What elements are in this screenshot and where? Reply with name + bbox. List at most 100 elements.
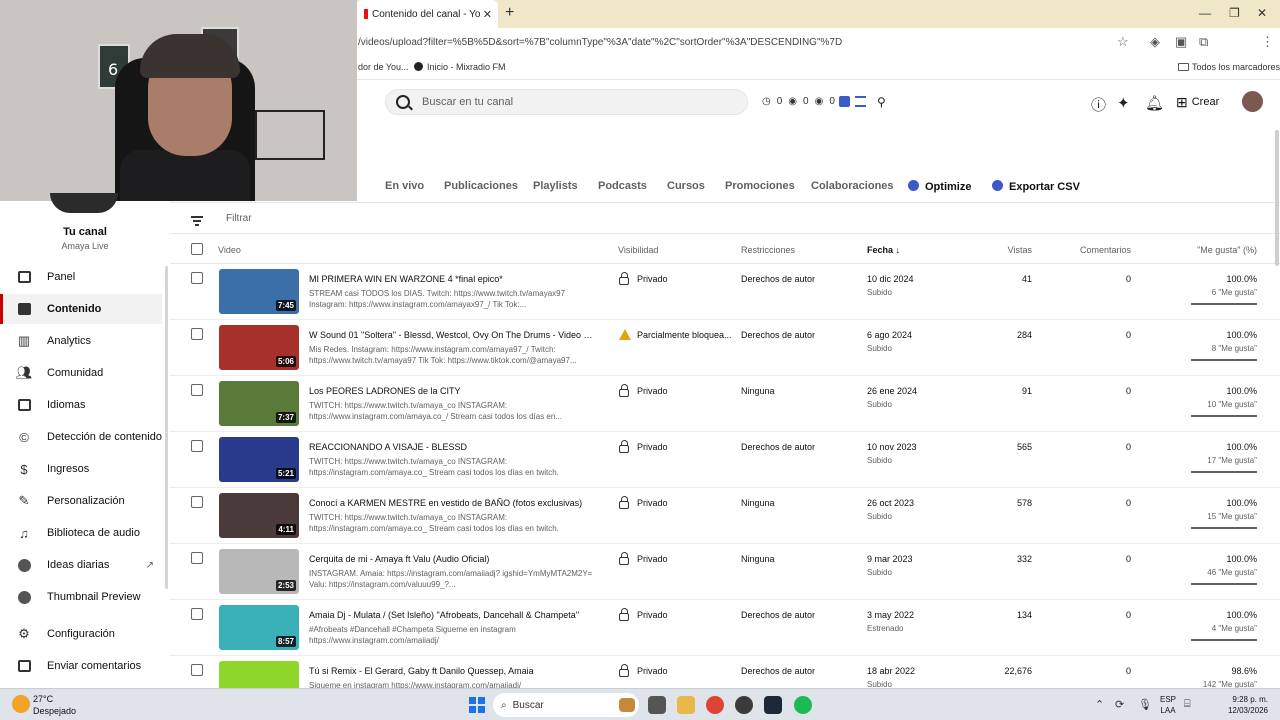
channel-avatar[interactable]	[50, 193, 118, 213]
sidebar-scrollbar[interactable]	[165, 266, 168, 589]
video-title[interactable]: Cerquita de mi - Amaya ft Valu (Audio Of…	[309, 554, 594, 564]
new-tab-icon[interactable]: +	[505, 4, 514, 22]
visibility-cell[interactable]: Privado	[619, 384, 668, 397]
sidebar-item-analytics[interactable]: ▥ Analytics	[0, 326, 162, 356]
table-row[interactable]: 7:37 Los PEORES LADRONES de la CITY TWITCH…	[170, 376, 1280, 432]
visibility-cell[interactable]: Privado	[619, 608, 668, 621]
visibility-cell[interactable]: Privado	[619, 272, 668, 285]
visibility-cell[interactable]: Parcialmente bloquea...	[619, 329, 732, 340]
browser-tab[interactable]: Contenido del canal - YouTube ✕	[356, 0, 498, 28]
table-row[interactable]: 8:57 Amaia Dj - Mulata / (Set Isleño) "Af…	[170, 600, 1280, 656]
tab-colaboraciones[interactable]: Colaboraciones	[811, 180, 894, 192]
spotify-icon[interactable]	[794, 696, 812, 714]
bookmark-item[interactable]: Inicio - Mixradio FM	[414, 62, 506, 72]
header-views[interactable]: Vistas	[1008, 245, 1032, 255]
row-checkbox[interactable]	[191, 664, 203, 676]
tab-exportar-csv[interactable]: Exportar CSV	[992, 180, 1080, 193]
header-comments[interactable]: Comentarios	[1080, 245, 1131, 255]
row-checkbox[interactable]	[191, 384, 203, 396]
minimize-icon[interactable]: —	[1199, 6, 1211, 20]
windows-start-icon[interactable]	[469, 697, 485, 713]
main-scrollbar[interactable]	[1275, 130, 1279, 266]
table-row[interactable]: 4:11 Conocí a KARMEN MESTRE en vestido de…	[170, 488, 1280, 544]
filter-bar[interactable]: Filtrar	[170, 202, 1280, 234]
create-button[interactable]: ⊞ Crear	[1170, 90, 1225, 114]
close-window-icon[interactable]: ✕	[1257, 6, 1267, 20]
video-thumbnail[interactable]: 2:53	[219, 549, 299, 594]
extensions-puzzle-icon[interactable]: ⧉	[1199, 34, 1208, 50]
visibility-cell[interactable]: Privado	[619, 496, 668, 509]
sidebar-item-biblioteca-audio[interactable]: ♫ Biblioteca de audio	[0, 518, 162, 548]
tab-close-icon[interactable]: ✕	[483, 8, 492, 21]
sidebar-item-personalizacion[interactable]: ✎ Personalización	[0, 486, 162, 516]
restriction-cell[interactable]: Ninguna	[741, 386, 775, 396]
visibility-cell[interactable]: Privado	[619, 552, 668, 565]
extension-icon[interactable]: ◈	[1150, 34, 1160, 50]
all-bookmarks[interactable]: Todos los marcadores	[1178, 62, 1280, 72]
table-row[interactable]: 5:06 W Sound 01 "Soltera" - Blessd, Westc…	[170, 320, 1280, 376]
extension-icon[interactable]: ▣	[1175, 34, 1187, 50]
select-all-checkbox[interactable]	[191, 243, 203, 255]
restriction-cell[interactable]: Derechos de autor	[741, 666, 815, 676]
visibility-cell[interactable]: Privado	[619, 440, 668, 453]
tab-en-vivo[interactable]: En vivo	[385, 180, 424, 192]
network-icon[interactable]: ⌸	[1184, 698, 1191, 711]
row-checkbox[interactable]	[191, 440, 203, 452]
restriction-cell[interactable]: Ninguna	[741, 498, 775, 508]
video-title[interactable]: Los PEORES LADRONES de la CITY	[309, 386, 594, 396]
tray-expand-icon[interactable]: ⌃	[1095, 698, 1104, 711]
sidebar-item-comunidad[interactable]: 👥︎ Comunidad	[0, 358, 162, 388]
row-checkbox[interactable]	[191, 496, 203, 508]
extension-badge-icon[interactable]	[839, 96, 850, 107]
sidebar-item-panel[interactable]: Panel	[0, 262, 162, 292]
video-thumbnail[interactable]: 4:11	[219, 493, 299, 538]
more-menu-icon[interactable]: ⋮	[1261, 34, 1274, 50]
filter-icon[interactable]	[191, 216, 203, 228]
tab-cursos[interactable]: Cursos	[667, 180, 705, 192]
weather-temperature[interactable]: 27°C	[33, 694, 53, 704]
video-thumbnail[interactable]: 7:37	[219, 381, 299, 426]
tool-icon[interactable]: ⚲	[877, 95, 886, 109]
table-row[interactable]: 5:21 REACCIONANDO A VISAJE - BLESSD TWITCH…	[170, 432, 1280, 488]
steam-icon[interactable]	[764, 696, 782, 714]
sidebar-item-contenido[interactable]: Contenido	[0, 294, 162, 324]
video-title[interactable]: W Sound 01 "Soltera" - Blessd, Westcol, …	[309, 330, 594, 340]
restore-icon[interactable]: ❐	[1229, 6, 1240, 20]
sidebar-item-thumbnail-preview[interactable]: Thumbnail Preview	[0, 582, 162, 612]
weather-sun-icon[interactable]	[12, 695, 30, 713]
video-title[interactable]: Amaia Dj - Mulata / (Set Isleño) "Afrobe…	[309, 610, 594, 620]
restriction-cell[interactable]: Derechos de autor	[741, 330, 815, 340]
list-tool-icon[interactable]	[855, 96, 866, 107]
tab-podcasts[interactable]: Podcasts	[598, 180, 647, 192]
visibility-cell[interactable]: Privado	[619, 664, 668, 677]
app-icon[interactable]	[735, 696, 753, 714]
tab-promociones[interactable]: Promociones	[725, 180, 795, 192]
sidebar-item-deteccion[interactable]: © Detección de contenido	[0, 422, 162, 452]
system-clock[interactable]: 9:28 p. m. 12/03/2026	[1196, 694, 1268, 716]
tray-app-icon[interactable]: ⟳	[1115, 698, 1124, 711]
table-row[interactable]: 2:53 Cerquita de mi - Amaya ft Valu (Audi…	[170, 544, 1280, 600]
restriction-cell[interactable]: Derechos de autor	[741, 274, 815, 284]
restriction-cell[interactable]: Ninguna	[741, 554, 775, 564]
video-thumbnail[interactable]: 5:21	[219, 437, 299, 482]
video-thumbnail[interactable]: 7:45	[219, 269, 299, 314]
account-avatar[interactable]	[1242, 91, 1263, 112]
header-restrictions[interactable]: Restricciones	[741, 245, 795, 255]
video-title[interactable]: Tú si Remix - El Gerard, Gaby ft Danilo …	[309, 666, 594, 676]
sidebar-item-enviar-comentarios[interactable]: Enviar comentarios	[0, 651, 162, 681]
help-icon[interactable]: ⓘ	[1091, 94, 1106, 115]
bookmark-star-icon[interactable]: ☆	[1117, 34, 1129, 50]
row-checkbox[interactable]	[191, 328, 203, 340]
video-thumbnail[interactable]: 5:06	[219, 325, 299, 370]
video-title[interactable]: MI PRIMERA WIN EN WARZONE 4 *final epico…	[309, 274, 594, 284]
header-likes[interactable]: "Me gusta" (%)	[1197, 245, 1257, 255]
row-checkbox[interactable]	[191, 552, 203, 564]
file-explorer-icon[interactable]	[677, 696, 695, 714]
tab-publicaciones[interactable]: Publicaciones	[444, 180, 518, 192]
sidebar-item-configuracion[interactable]: ⚙ Configuración	[0, 619, 162, 649]
sidebar-item-ideas-diarias[interactable]: Ideas diarias ↗	[0, 550, 162, 580]
video-thumbnail[interactable]: 8:57	[219, 605, 299, 650]
sidebar-item-ingresos[interactable]: $ Ingresos	[0, 454, 162, 484]
bookmark-item[interactable]: dor de You...	[358, 62, 409, 72]
chrome-icon[interactable]	[706, 696, 724, 714]
